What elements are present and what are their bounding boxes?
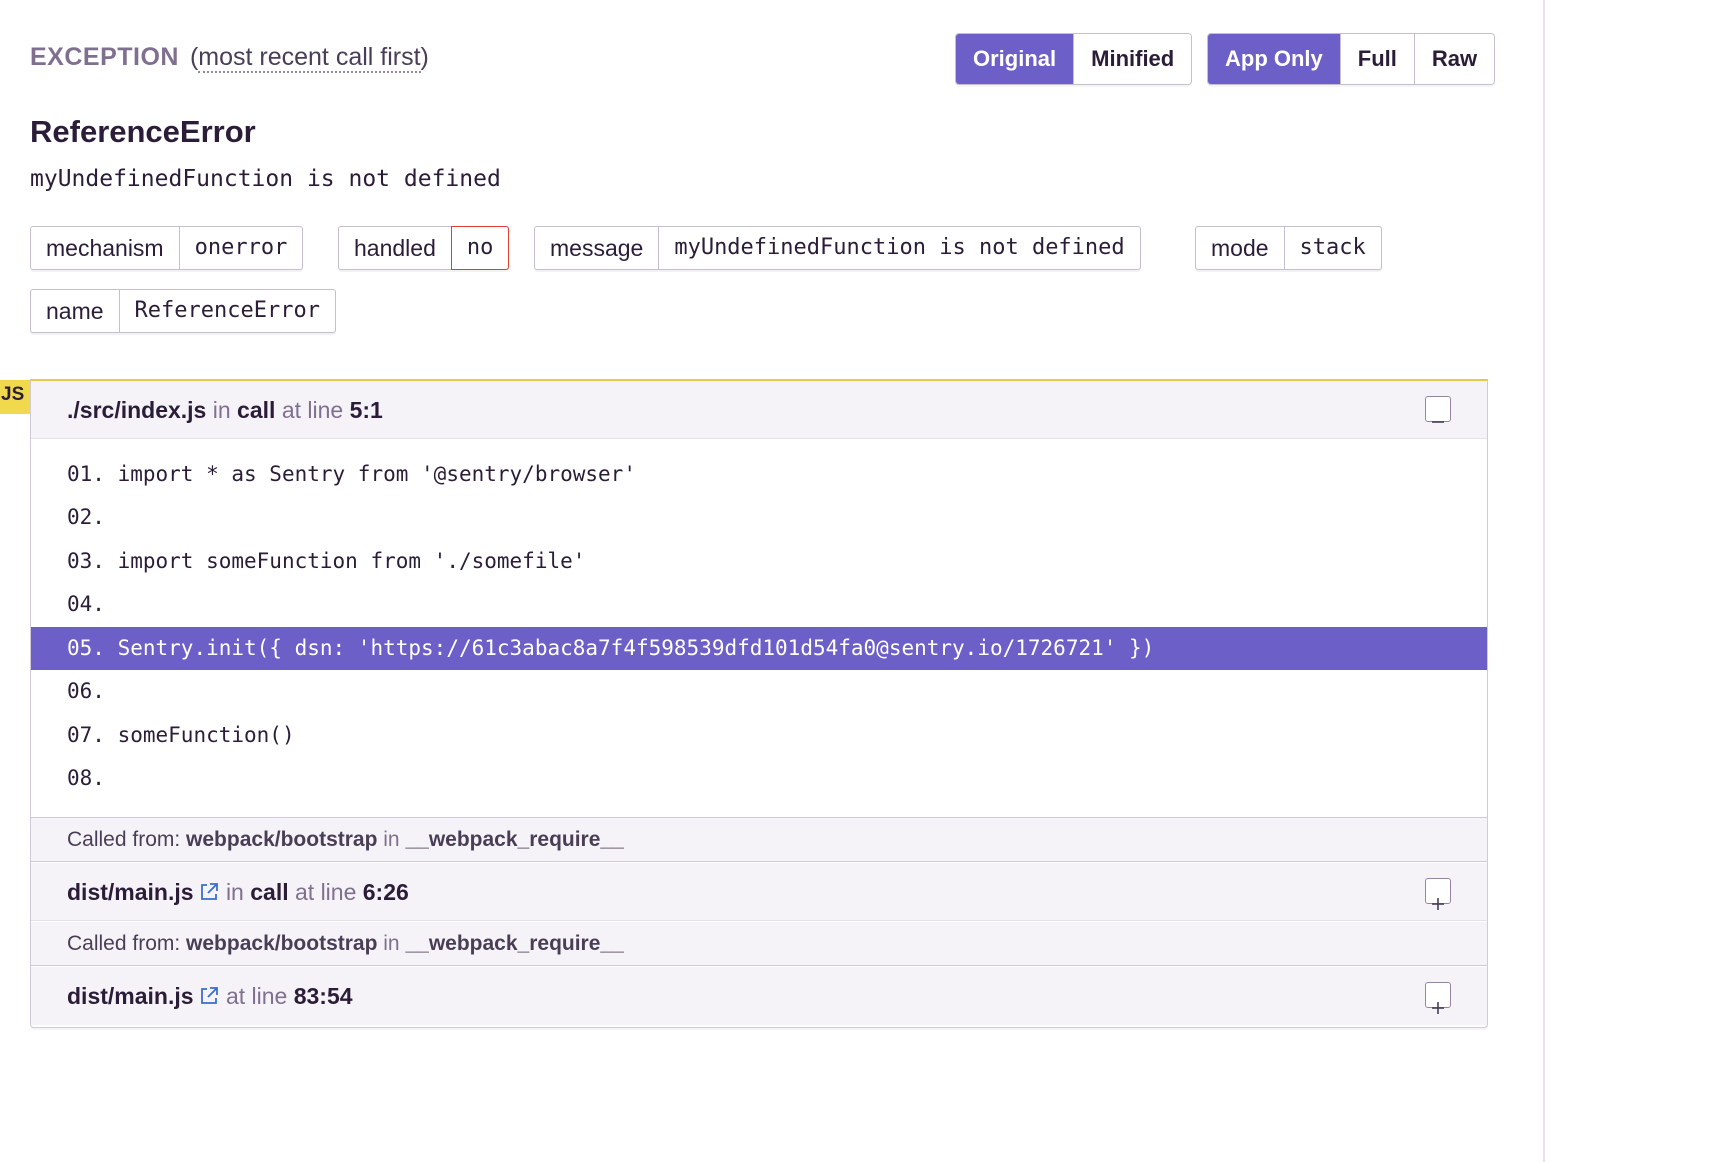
frame-at-line-label: at line bbox=[225, 983, 288, 1009]
stacktrace: ./src/index.js in call at line 5:1 01. i… bbox=[30, 379, 1488, 1028]
called-from-in: in bbox=[383, 828, 400, 851]
tag-key: mode bbox=[1211, 235, 1269, 261]
called-from-label: Called from: bbox=[67, 828, 181, 851]
exception-value: myUndefinedFunction is not defined bbox=[30, 166, 501, 192]
code-line: 02. bbox=[67, 505, 105, 529]
exception-panel: EXCEPTION (most recent call first) Origi… bbox=[0, 0, 1730, 1162]
full-button[interactable]: Full bbox=[1339, 34, 1414, 84]
tag-name[interactable]: name ReferenceError bbox=[30, 289, 336, 333]
frame-header[interactable]: dist/main.js in call at line 6:26 bbox=[31, 863, 1487, 921]
frame-location: 5:1 bbox=[349, 397, 383, 423]
tag-key: handled bbox=[354, 235, 436, 261]
frame-header[interactable]: dist/main.js at line 83:54 bbox=[31, 967, 1487, 1025]
called-from-function: __webpack_require__ bbox=[405, 932, 624, 955]
code-line: 04. bbox=[67, 592, 105, 616]
frame-context: 01. import * as Sentry from '@sentry/bro… bbox=[31, 439, 1487, 818]
called-from-module: webpack/bootstrap bbox=[186, 828, 378, 851]
plus-icon bbox=[1432, 1002, 1444, 1014]
frame-in-label: in bbox=[212, 397, 231, 423]
called-from-label: Called from: bbox=[67, 932, 181, 955]
collapse-button[interactable] bbox=[1425, 396, 1451, 423]
frame-at-line-label: at line bbox=[281, 397, 344, 423]
tag-value: onerror bbox=[178, 227, 303, 269]
frame-header[interactable]: ./src/index.js in call at line 5:1 bbox=[31, 381, 1487, 439]
frame-function: call bbox=[250, 879, 289, 905]
app-only-button[interactable]: App Only bbox=[1208, 34, 1340, 84]
minified-button[interactable]: Minified bbox=[1073, 34, 1192, 84]
expand-button[interactable] bbox=[1425, 878, 1451, 910]
frame-filename: dist/main.js bbox=[67, 879, 194, 905]
scope-toggle-group: App Only Full Raw bbox=[1207, 33, 1496, 85]
tag-mechanism[interactable]: mechanism onerror bbox=[30, 226, 304, 270]
external-link-icon[interactable] bbox=[198, 866, 220, 924]
platform-badge: JS bbox=[0, 380, 30, 414]
exception-label: EXCEPTION bbox=[30, 43, 179, 71]
tag-key: mechanism bbox=[46, 235, 164, 261]
code-line: 03. import someFunction from './somefile… bbox=[67, 549, 586, 573]
frame-location: 83:54 bbox=[293, 983, 353, 1009]
subtitle-tooltip-trigger[interactable]: most recent call first bbox=[198, 43, 421, 73]
view-toggle-group: Original Minified bbox=[955, 33, 1193, 85]
called-from-row: Called from: webpack/bootstrap in __webp… bbox=[31, 922, 1487, 966]
frame-filename: ./src/index.js bbox=[67, 397, 207, 423]
tag-value: stack bbox=[1283, 227, 1381, 269]
tag-key: name bbox=[46, 298, 104, 324]
exception-header: EXCEPTION (most recent call first) bbox=[30, 38, 429, 76]
code-line: 06. bbox=[67, 679, 105, 703]
raw-button[interactable]: Raw bbox=[1413, 34, 1495, 84]
divider bbox=[1543, 0, 1545, 1162]
tag-value: myUndefinedFunction is not defined bbox=[658, 227, 1139, 269]
code-line: 08. bbox=[67, 766, 105, 790]
tag-mode[interactable]: mode stack bbox=[1195, 226, 1382, 270]
code-line: 07. someFunction() bbox=[67, 723, 295, 747]
code-line: 01. import * as Sentry from '@sentry/bro… bbox=[67, 462, 636, 486]
frame-at-line-label: at line bbox=[295, 879, 357, 905]
tag-value: no bbox=[450, 226, 510, 270]
tag-handled[interactable]: handled no bbox=[338, 226, 510, 270]
tag-value: ReferenceError bbox=[118, 290, 335, 332]
frame-location: 6:26 bbox=[362, 879, 409, 905]
exception-type: ReferenceError bbox=[30, 114, 256, 149]
code-line-active: 05. Sentry.init({ dsn: 'https://61c3abac… bbox=[31, 627, 1487, 670]
called-from-module: webpack/bootstrap bbox=[186, 932, 378, 955]
exception-subtitle: (most recent call first) bbox=[189, 43, 429, 73]
called-from-row: Called from: webpack/bootstrap in __webp… bbox=[31, 818, 1487, 862]
tag-key: message bbox=[550, 235, 644, 261]
called-from-in: in bbox=[383, 932, 400, 955]
external-link-icon[interactable] bbox=[198, 970, 220, 1028]
original-button[interactable]: Original bbox=[956, 34, 1074, 84]
called-from-function: __webpack_require__ bbox=[405, 828, 624, 851]
expand-button[interactable] bbox=[1425, 982, 1451, 1014]
plus-icon bbox=[1432, 898, 1444, 910]
minus-icon bbox=[1432, 421, 1444, 423]
tag-message[interactable]: message myUndefinedFunction is not defin… bbox=[534, 226, 1141, 270]
frame-filename: dist/main.js bbox=[67, 983, 194, 1009]
frame-in-label: in bbox=[225, 879, 244, 905]
frame-function: call bbox=[237, 397, 276, 423]
